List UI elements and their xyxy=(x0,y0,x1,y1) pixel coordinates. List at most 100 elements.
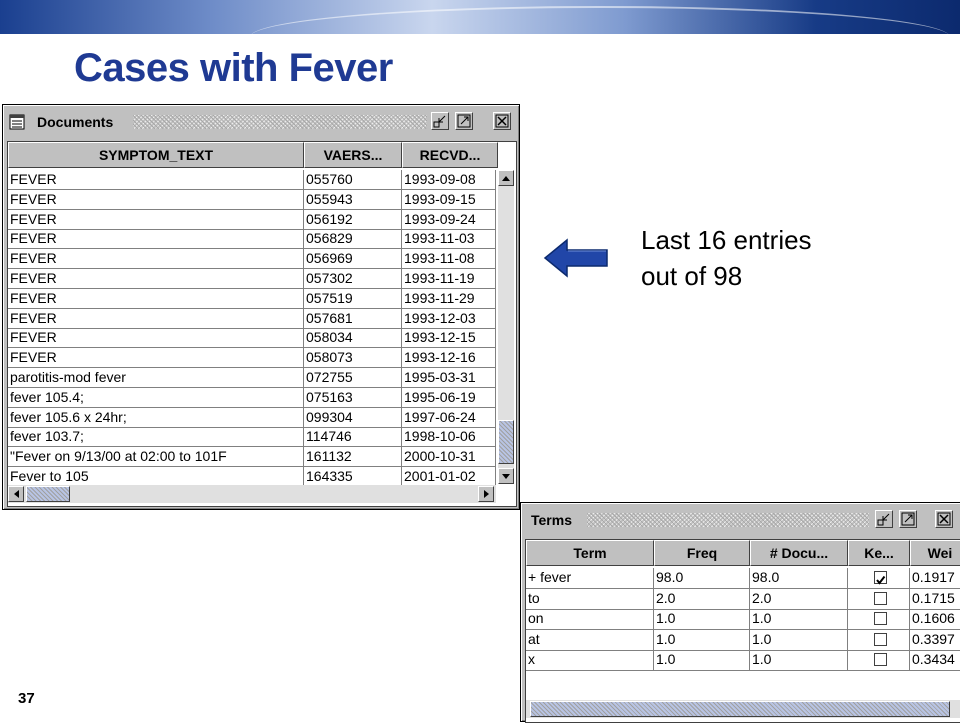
keep-checkbox-cell[interactable] xyxy=(848,568,910,589)
table-cell: FEVER xyxy=(8,189,304,210)
table-cell: 057681 xyxy=(304,308,402,329)
keep-checkbox[interactable] xyxy=(874,571,887,585)
maximize-icon xyxy=(457,114,471,128)
table-cell: x xyxy=(526,650,654,671)
table-cell: 056192 xyxy=(304,209,402,230)
table-cell: 2000-10-31 xyxy=(402,447,496,468)
keep-checkbox[interactable] xyxy=(874,653,887,666)
terms-table: Term Freq # Docu... Ke... Wei + fever 98.0 98.… xyxy=(525,539,960,723)
scroll-left-button[interactable] xyxy=(8,486,24,502)
minimize-button[interactable] xyxy=(875,510,893,528)
table-cell: to xyxy=(526,588,654,610)
scroll-right-button[interactable] xyxy=(478,486,494,502)
close-button[interactable] xyxy=(935,510,953,528)
table-cell: FEVER xyxy=(8,308,304,329)
table-cell: 1998-10-06 xyxy=(402,427,496,448)
checkmark-icon xyxy=(876,575,886,585)
terms-horizontal-scrollbar[interactable] xyxy=(526,700,960,718)
slide-title: Cases with Fever xyxy=(74,46,393,90)
close-icon xyxy=(495,114,509,128)
title-grip xyxy=(133,115,427,129)
scroll-right-icon xyxy=(483,490,489,498)
table-cell: 058073 xyxy=(304,348,402,369)
table-cell: 055943 xyxy=(304,189,402,210)
table-cell: 114746 xyxy=(304,427,402,448)
table-cell: 0.1606 xyxy=(910,609,960,630)
table-cell: 0.1715 xyxy=(910,589,960,610)
scroll-left-icon xyxy=(13,490,19,498)
table-cell: on xyxy=(526,609,654,630)
note-line-2: out of 98 xyxy=(641,261,743,291)
documents-vertical-scrollbar[interactable] xyxy=(498,170,514,484)
table-cell: FEVER xyxy=(8,170,304,190)
scroll-down-button[interactable] xyxy=(498,468,514,484)
table-cell: 056969 xyxy=(304,249,402,270)
keep-checkbox-cell[interactable] xyxy=(848,629,910,651)
maximize-button[interactable] xyxy=(899,510,917,528)
table-cell: 161132 xyxy=(304,447,402,468)
table-cell: 1997-06-24 xyxy=(402,407,496,428)
column-header[interactable]: VAERS... xyxy=(304,142,402,168)
table-cell: 099304 xyxy=(304,407,402,428)
table-cell: 1993-12-15 xyxy=(402,328,496,349)
column-header[interactable]: Wei xyxy=(910,540,960,566)
table-cell: 1993-09-15 xyxy=(402,189,496,210)
documents-titlebar[interactable]: Documents xyxy=(7,109,515,135)
column-header[interactable]: RECVD... xyxy=(402,142,498,168)
maximize-button[interactable] xyxy=(455,112,473,130)
minimize-icon xyxy=(877,513,890,526)
document-list-icon xyxy=(9,114,25,130)
keep-checkbox-cell[interactable] xyxy=(848,588,910,610)
table-cell: 057519 xyxy=(304,288,402,309)
table-cell: 057302 xyxy=(304,269,402,289)
column-header[interactable]: Ke... xyxy=(848,540,910,566)
table-cell: 1.0 xyxy=(750,609,848,630)
left-arrow-icon xyxy=(543,238,608,278)
keep-checkbox-cell[interactable] xyxy=(848,650,910,671)
table-cell: 2001-01-02 xyxy=(402,467,496,487)
minimize-button[interactable] xyxy=(431,112,449,130)
table-cell: 1.0 xyxy=(654,650,750,671)
terms-titlebar[interactable]: Terms xyxy=(525,507,957,533)
table-cell: + fever xyxy=(526,568,654,589)
documents-horizontal-scrollbar[interactable] xyxy=(8,485,496,503)
keep-checkbox[interactable] xyxy=(874,612,887,625)
maximize-icon xyxy=(901,512,915,526)
table-cell: 1.0 xyxy=(750,629,848,651)
horizontal-scroll-thumb[interactable] xyxy=(530,701,950,717)
column-header[interactable]: Freq xyxy=(654,540,750,566)
table-cell: 1.0 xyxy=(654,609,750,630)
table-cell: 058034 xyxy=(304,328,402,349)
table-cell: 0.3434 xyxy=(910,650,960,671)
column-header[interactable]: SYMPTOM_TEXT xyxy=(8,142,304,168)
table-cell: 055760 xyxy=(304,170,402,190)
vertical-scroll-thumb[interactable] xyxy=(498,420,514,464)
table-cell: FEVER xyxy=(8,229,304,250)
table-cell: FEVER xyxy=(8,288,304,309)
scroll-up-icon xyxy=(502,175,510,181)
table-cell: 98.0 xyxy=(750,568,848,589)
keep-checkbox[interactable] xyxy=(874,591,887,605)
table-cell: 164335 xyxy=(304,467,402,487)
table-cell: 2.0 xyxy=(654,588,750,610)
documents-title: Documents xyxy=(37,114,114,130)
title-grip xyxy=(587,513,869,527)
table-cell: FEVER xyxy=(8,328,304,349)
table-cell: fever 105.4; xyxy=(8,387,304,408)
column-header[interactable]: Term xyxy=(526,540,654,566)
keep-checkbox-cell[interactable] xyxy=(848,609,910,630)
table-cell: 1993-12-03 xyxy=(402,308,496,329)
table-cell: 1995-03-31 xyxy=(402,368,496,388)
documents-window: Documents SYMPTOM_TEXT VAERS... RECVD... F… xyxy=(2,104,520,510)
table-cell: 1993-12-16 xyxy=(402,348,496,369)
keep-checkbox[interactable] xyxy=(874,632,887,646)
close-button[interactable] xyxy=(493,112,511,130)
scroll-down-icon xyxy=(502,473,510,479)
table-cell: 056829 xyxy=(304,229,402,250)
scroll-up-button[interactable] xyxy=(498,170,514,186)
table-cell: 1.0 xyxy=(750,650,848,671)
horizontal-scroll-thumb[interactable] xyxy=(26,486,70,502)
minimize-icon xyxy=(433,115,446,128)
column-header[interactable]: # Docu... xyxy=(750,540,848,566)
header-banner xyxy=(0,0,960,34)
